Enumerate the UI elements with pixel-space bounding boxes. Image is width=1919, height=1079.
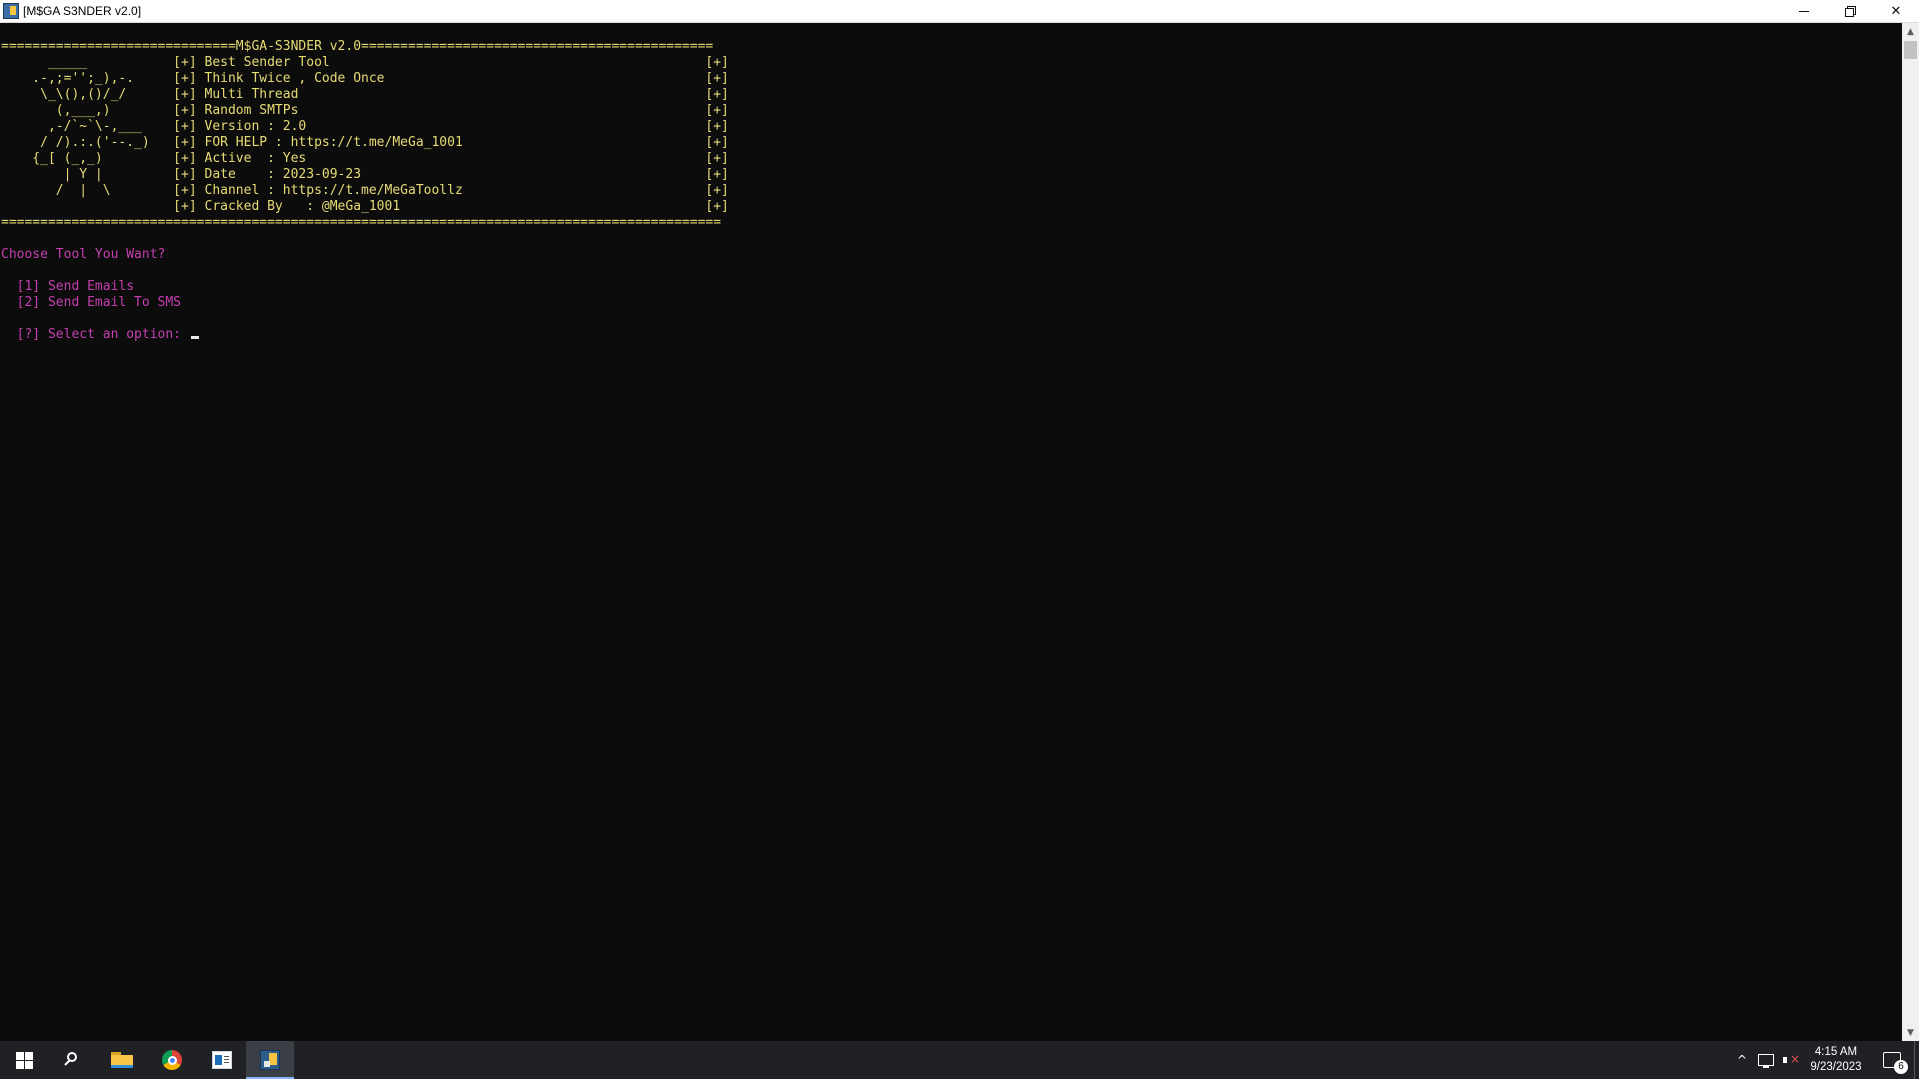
- menu-option-send-emails: [1] Send Emails: [1, 279, 135, 294]
- scrollbar-thumb[interactable]: [1904, 41, 1917, 59]
- console-app-icon: [260, 1050, 280, 1070]
- taskbar-file-explorer[interactable]: [98, 1041, 146, 1079]
- banner-line: ,-/`~`\-,___ [+] Version : 2.0 [+]: [1, 119, 729, 134]
- menu-option-send-email-to-sms: [2] Send Email To SMS: [1, 295, 182, 310]
- scroll-up-button[interactable]: ▲: [1902, 23, 1919, 40]
- banner-line: | Y | [+] Date : 2023-09-23 [+]: [1, 167, 729, 182]
- notification-icon: 6: [1883, 1052, 1908, 1074]
- chevron-up-icon: ^: [1736, 1053, 1748, 1067]
- taskbar-console-app[interactable]: [246, 1041, 294, 1079]
- terminal-output: ==============================M$GA-S3NDE…: [1, 39, 729, 343]
- network-icon: [1758, 1054, 1774, 1068]
- taskbar-app[interactable]: [198, 1041, 246, 1079]
- banner-line: / | \ [+] Channel : https://t.me/MeGaToo…: [1, 183, 729, 198]
- show-desktop-button[interactable]: [1914, 1041, 1919, 1079]
- banner-bottom-border: ========================================…: [1, 215, 722, 230]
- banner-line: \_\(),()/_/ [+] Multi Thread [+]: [1, 87, 729, 102]
- console-app-icon[interactable]: [3, 3, 19, 19]
- banner-line: .-,;='';_),-. [+] Think Twice , Code Onc…: [1, 71, 729, 86]
- clock[interactable]: 4:15 AM 9/23/2023: [1800, 1045, 1872, 1075]
- window-title: [M$GA S3NDER v2.0]: [23, 4, 142, 18]
- volume-tray-button[interactable]: [1780, 1041, 1802, 1079]
- select-option-prompt: [?] Select an option:: [1, 327, 189, 342]
- volume-muted-icon: [1783, 1052, 1800, 1067]
- minimize-button[interactable]: [1781, 0, 1827, 22]
- notification-count-badge: 6: [1894, 1060, 1908, 1074]
- banner-line: / /).:.('--._) [+] FOR HELP : https://t.…: [1, 135, 729, 150]
- vertical-scrollbar[interactable]: ▲ ▼: [1902, 23, 1919, 1041]
- banner-line: [+] Cracked By : @MeGa_1001 [+]: [1, 199, 729, 214]
- clock-time: 4:15 AM: [1814, 1046, 1858, 1058]
- title-bar[interactable]: [M$GA S3NDER v2.0] ✕: [0, 0, 1919, 23]
- network-tray-button[interactable]: [1754, 1041, 1778, 1079]
- start-button[interactable]: [0, 1041, 48, 1079]
- banner-line: (,___,) [+] Random SMTPs [+]: [1, 103, 729, 118]
- clock-date: 9/23/2023: [1810, 1061, 1862, 1073]
- scroll-down-button[interactable]: ▼: [1902, 1024, 1919, 1041]
- console-area[interactable]: ==============================M$GA-S3NDE…: [0, 23, 1902, 1041]
- prompt-heading: Choose Tool You Want?: [1, 247, 166, 262]
- app-icon: [212, 1051, 232, 1069]
- restore-button[interactable]: [1827, 0, 1873, 22]
- file-explorer-icon: [111, 1052, 133, 1068]
- close-button[interactable]: ✕: [1873, 0, 1919, 22]
- taskbar-chrome[interactable]: [148, 1041, 196, 1079]
- search-button[interactable]: [48, 1041, 96, 1079]
- minimize-icon: [1799, 10, 1809, 12]
- show-hidden-icons-button[interactable]: ^: [1732, 1041, 1752, 1079]
- banner-line: _____ [+] Best Sender Tool [+]: [1, 55, 729, 70]
- chrome-icon: [162, 1050, 182, 1070]
- text-cursor[interactable]: [190, 336, 199, 339]
- taskbar: ^ 4:15 AM 9/23/2023 6: [0, 1041, 1919, 1079]
- action-center-button[interactable]: 6: [1874, 1041, 1910, 1079]
- search-icon: [64, 1052, 80, 1068]
- banner-top-border: ==============================M$GA-S3NDE…: [1, 39, 714, 54]
- windows-start-icon: [15, 1051, 33, 1069]
- close-icon: ✕: [1890, 3, 1902, 19]
- restore-icon: [1845, 6, 1856, 17]
- banner-line: {_[ (_,_) [+] Active : Yes [+]: [1, 151, 729, 166]
